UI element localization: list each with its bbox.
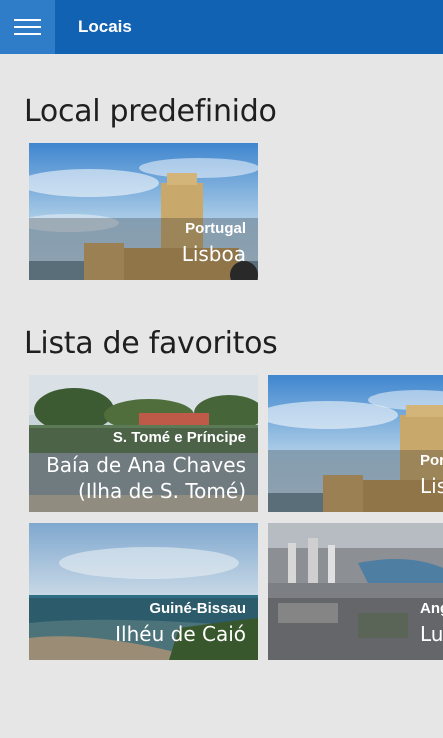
favorites-heading: Lista de favoritos <box>24 326 278 361</box>
tile-place: Baía de Ana Chaves (Ilha de S. Tomé) <box>46 452 246 504</box>
tile-country: Portugal <box>420 452 443 469</box>
caption-band <box>268 450 443 512</box>
tile-place: Ilhéu de Caió <box>115 622 246 646</box>
default-location-tile[interactable]: Portugal Lisboa <box>29 143 258 280</box>
menu-line <box>14 26 41 28</box>
page-title: Locais <box>78 17 132 36</box>
favorite-tile[interactable]: Guiné-Bissau Ilhéu de Caió <box>29 523 258 660</box>
tile-country: Angola <box>420 600 443 617</box>
tile-country: Guiné-Bissau <box>149 600 246 617</box>
default-location-heading: Local predefinido <box>24 94 277 129</box>
favorite-tile[interactable]: Angola Luanda <box>268 523 443 660</box>
tile-country: Portugal <box>185 220 246 237</box>
tile-place: Lisboa <box>420 474 443 498</box>
favorite-tile[interactable]: S. Tomé e Príncipe Baía de Ana Chaves (I… <box>29 375 258 512</box>
tile-place-line: Baía de Ana Chaves <box>46 453 246 477</box>
tile-place: Luanda <box>420 622 443 646</box>
tile-place-line: (Ilha de S. Tomé) <box>78 479 246 503</box>
menu-line <box>14 33 41 35</box>
caption-band <box>268 598 443 660</box>
favorite-tile[interactable]: Portugal Lisboa <box>268 375 443 512</box>
tile-country: S. Tomé e Príncipe <box>112 429 246 446</box>
menu-line <box>14 19 41 21</box>
hamburger-menu-icon[interactable] <box>0 0 55 54</box>
tile-place: Lisboa <box>181 242 246 266</box>
app-header: Locais <box>0 0 443 54</box>
